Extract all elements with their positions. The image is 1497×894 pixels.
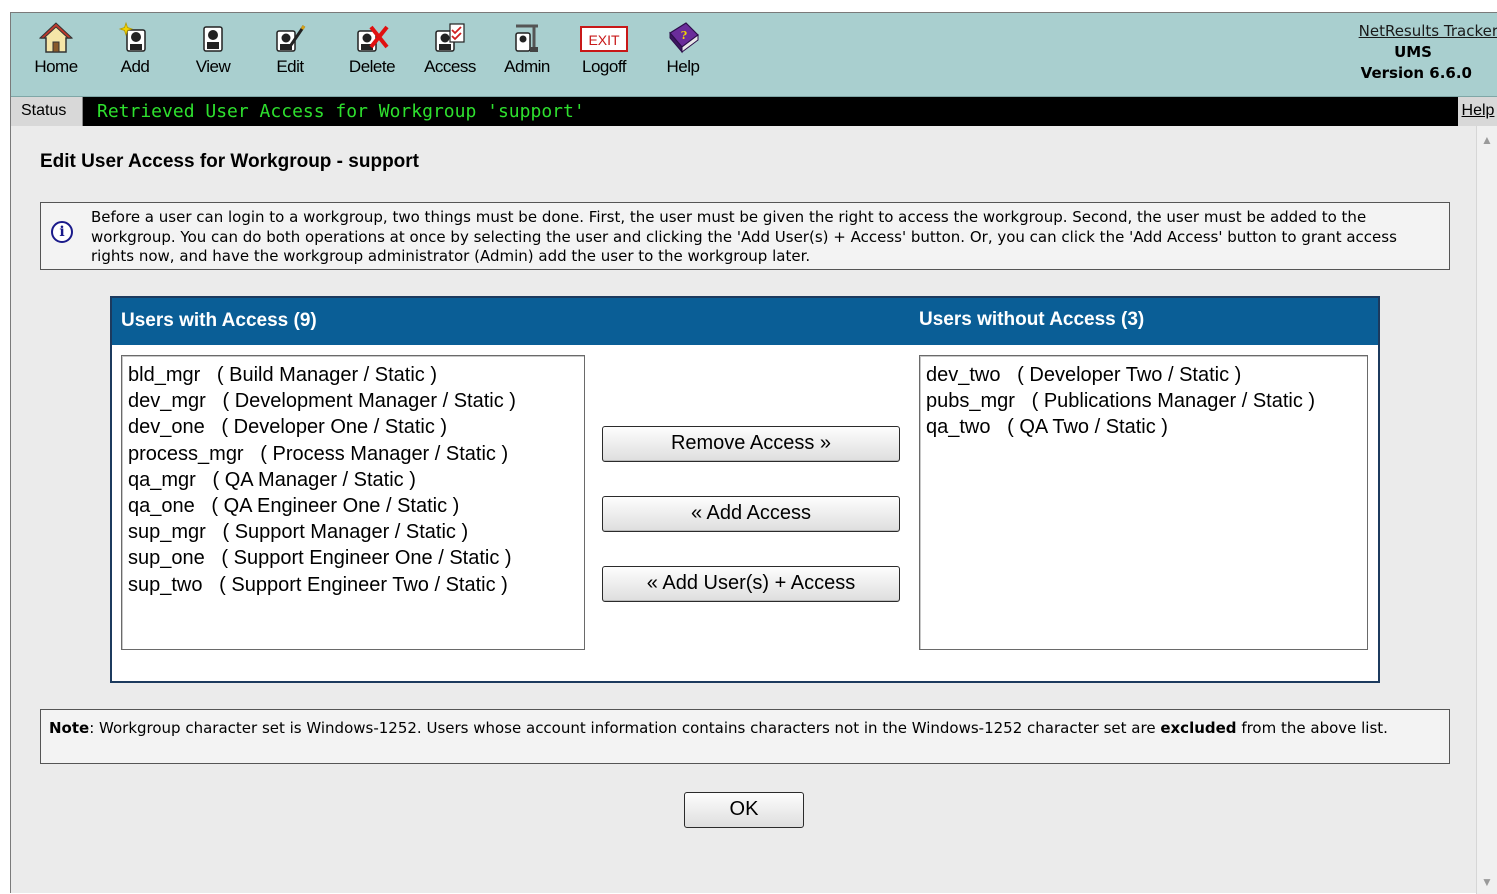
add-user-icon (118, 21, 146, 52)
info-text: Before a user can login to a workgroup, … (91, 208, 1397, 265)
toolbar: Home Add View Edit Delete Access Admin E… (11, 13, 1497, 97)
svg-text:EXIT: EXIT (588, 32, 620, 48)
list-item[interactable]: sup_one ( Support Engineer One / Static … (128, 545, 578, 571)
list-item[interactable]: sup_two ( Support Engineer Two / Static … (128, 572, 578, 598)
list-item[interactable]: process_mgr ( Process Manager / Static ) (128, 441, 578, 467)
access-icon (435, 23, 465, 52)
page-title: Edit User Access for Workgroup - support (40, 151, 419, 172)
vertical-scrollbar[interactable]: ▲ ▼ (1476, 126, 1497, 894)
admin-tools-icon (515, 24, 538, 52)
list-item[interactable]: qa_two ( QA Two / Static ) (926, 414, 1361, 440)
note-box: Note: Workgroup character set is Windows… (40, 709, 1450, 764)
info-icon: i (51, 221, 73, 243)
access-panel: Users with Access (9) Users without Acce… (110, 296, 1380, 683)
note-text-2: from the above list. (1236, 719, 1388, 737)
exit-sign-icon: EXIT (580, 26, 628, 52)
scroll-up-arrow-icon[interactable]: ▲ (1479, 132, 1495, 148)
add-label: Add (120, 57, 150, 76)
help-label: Help (666, 57, 700, 76)
add-access-button[interactable]: « Add Access (602, 496, 900, 532)
view-user-icon (203, 26, 223, 52)
help-button[interactable]: ? Help (650, 21, 716, 93)
home-icon (39, 22, 73, 53)
module-name: UMS (1394, 43, 1432, 61)
delete-label: Delete (348, 57, 396, 76)
brand-block: NetResults Tracker UMS Version 6.6.0 (1308, 21, 1497, 84)
logoff-button[interactable]: EXIT Logoff (571, 21, 637, 93)
edit-button[interactable]: Edit (257, 21, 323, 93)
note-text-1: : Workgroup character set is Windows-125… (89, 719, 1161, 737)
delete-user-icon (357, 25, 389, 52)
info-box: i Before a user can login to a workgroup… (40, 202, 1450, 270)
remove-access-button[interactable]: Remove Access » (602, 426, 900, 462)
app-window: Home Add View Edit Delete Access Admin E… (10, 12, 1497, 894)
list-item[interactable]: dev_two ( Developer Two / Static ) (926, 362, 1361, 388)
edit-user-icon (276, 25, 306, 52)
note-bold-word: excluded (1160, 719, 1237, 737)
version-text: Version 6.6.0 (1360, 64, 1472, 82)
status-label: Status (11, 97, 83, 126)
logoff-label: Logoff (582, 57, 626, 76)
status-message: Retrieved User Access for Workgroup 'sup… (97, 101, 585, 122)
list-item[interactable]: dev_one ( Developer One / Static ) (128, 414, 578, 440)
add-users-access-button[interactable]: « Add User(s) + Access (602, 566, 900, 602)
admin-label: Admin (504, 57, 550, 76)
view-button[interactable]: View (180, 21, 246, 93)
product-link[interactable]: NetResults Tracker (1308, 21, 1497, 42)
add-button[interactable]: Add (102, 21, 168, 93)
view-label: View (195, 57, 231, 76)
status-help-link[interactable]: Help (1458, 97, 1497, 126)
home-button[interactable]: Home (23, 21, 89, 93)
access-label: Access (424, 57, 476, 76)
edit-label: Edit (276, 57, 304, 76)
users-with-access-list[interactable]: bld_mgr ( Build Manager / Static ) dev_mg… (121, 355, 585, 650)
home-label: Home (34, 57, 78, 76)
access-panel-header: Users with Access (9) Users without Acce… (112, 298, 1378, 345)
help-book-icon: ? (669, 22, 699, 54)
svg-text:?: ? (681, 29, 687, 42)
list-item[interactable]: qa_mgr ( QA Manager / Static ) (128, 467, 578, 493)
note-lead: Note (49, 719, 90, 737)
access-button[interactable]: Access (417, 21, 483, 93)
status-bar: Status Retrieved User Access for Workgro… (11, 97, 1497, 126)
list-item[interactable]: bld_mgr ( Build Manager / Static ) (128, 362, 578, 388)
delete-button[interactable]: Delete (339, 21, 405, 93)
admin-button[interactable]: Admin (494, 21, 560, 93)
users-with-access-heading: Users with Access (9) (121, 310, 317, 331)
users-without-access-heading: Users without Access (3) (919, 309, 1145, 330)
list-item[interactable]: sup_mgr ( Support Manager / Static ) (128, 519, 578, 545)
scroll-down-arrow-icon[interactable]: ▼ (1479, 874, 1495, 890)
ok-button[interactable]: OK (684, 792, 804, 828)
users-without-access-list[interactable]: dev_two ( Developer Two / Static ) pubs_m… (919, 355, 1368, 650)
list-item[interactable]: pubs_mgr ( Publications Manager / Static… (926, 388, 1361, 414)
list-item[interactable]: qa_one ( QA Engineer One / Static ) (128, 493, 578, 519)
list-item[interactable]: dev_mgr ( Development Manager / Static ) (128, 388, 578, 414)
